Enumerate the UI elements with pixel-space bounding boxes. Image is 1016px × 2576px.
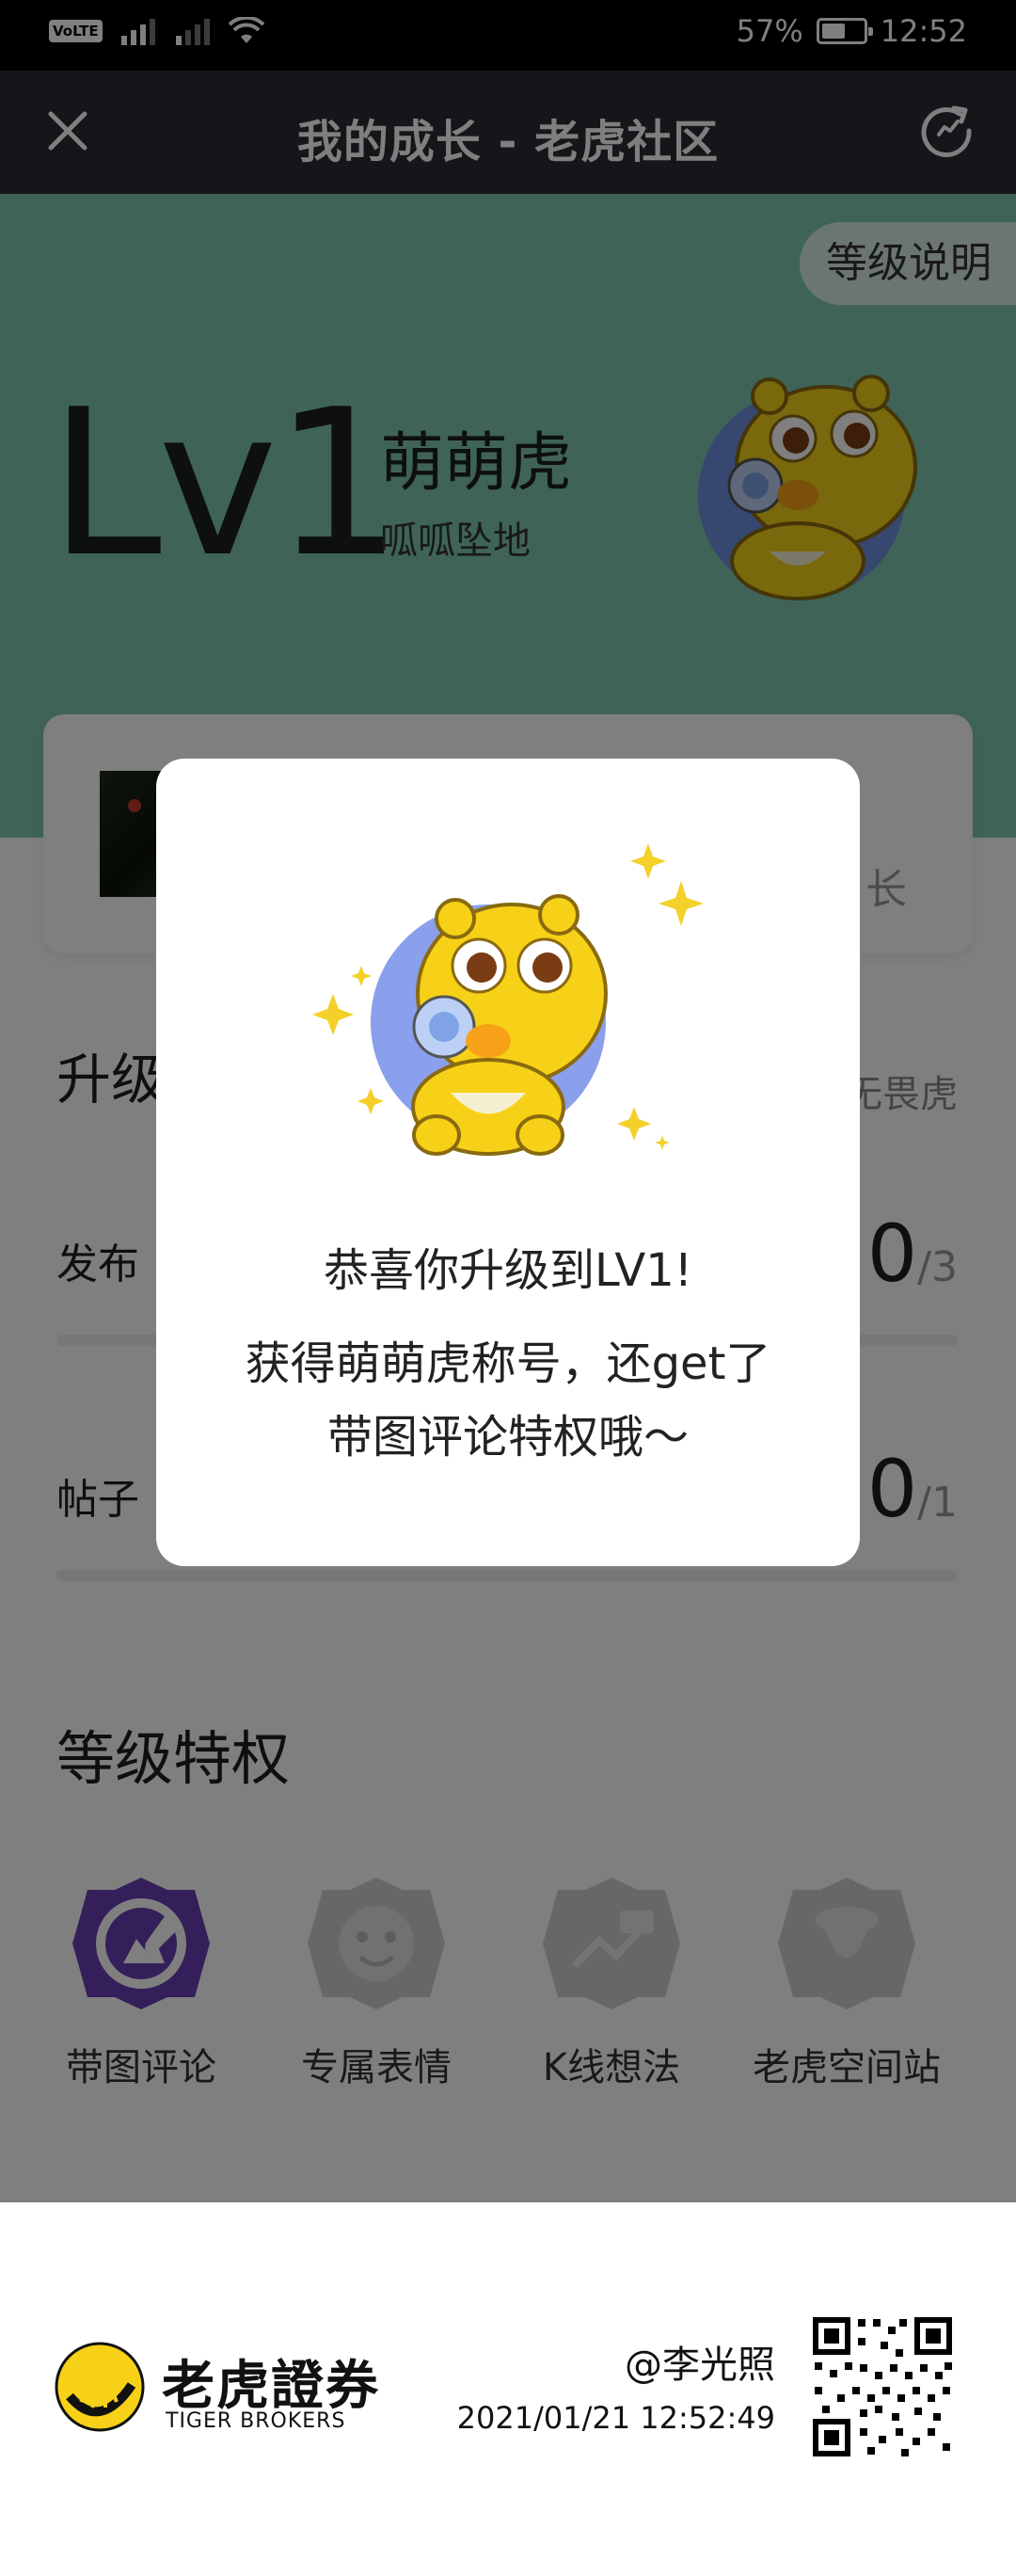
brand-name: 老虎證券 <box>162 2356 380 2417</box>
dialog-message-line1: 获得萌萌虎称号，还get了 <box>245 1337 771 1390</box>
level-up-dialog[interactable]: 恭喜你升级到LV1! 获得萌萌虎称号，还get了 带图评论特权哦～ <box>156 759 860 1566</box>
watermark-footer: 老虎證券 TIGER BROKERS @李光照 2021/01/21 12:52… <box>0 2202 1016 2576</box>
tiger-brokers-logo-icon <box>55 2342 145 2432</box>
watermark-timestamp: 2021/01/21 12:52:49 <box>456 2400 775 2436</box>
dialog-title: 恭喜你升级到LV1! <box>323 1244 693 1297</box>
watermark-user: @李光照 <box>625 2344 775 2387</box>
dialog-message: 获得萌萌虎称号，还get了 带图评论特权哦～ <box>213 1327 803 1474</box>
dialog-message-line2: 带图评论特权哦～ <box>326 1411 689 1464</box>
brand-name-en: TIGER BROKERS <box>166 2409 346 2433</box>
tiger-celebration-icon <box>312 843 704 1156</box>
qr-code-icon <box>811 2315 954 2458</box>
